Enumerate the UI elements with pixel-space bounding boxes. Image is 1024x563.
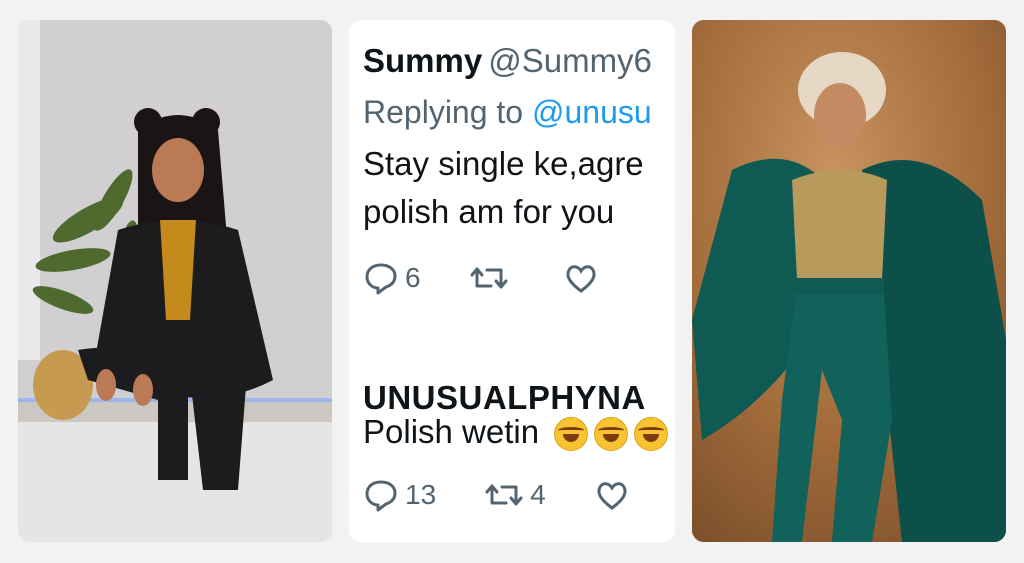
reply-button-2[interactable]: 13 bbox=[363, 477, 436, 513]
retweet-count-2: 4 bbox=[530, 479, 546, 510]
reply-icon bbox=[365, 263, 397, 295]
tweet-actions: 6 bbox=[363, 260, 647, 296]
like-button[interactable] bbox=[563, 260, 599, 296]
tweet-screenshot: Summy @Summy6 Replying to @unusu Stay sin… bbox=[349, 20, 675, 542]
reply-icon bbox=[365, 480, 397, 512]
tweet-actions-2: 13 4 bbox=[363, 477, 675, 513]
like-button-2[interactable] bbox=[594, 477, 630, 513]
rolling-laughing-emoji-icon bbox=[594, 417, 629, 452]
woman-in-black-suit-photo bbox=[18, 20, 332, 542]
reply-button[interactable]: 6 bbox=[363, 260, 421, 296]
replying-to: Replying to @unusu bbox=[363, 94, 652, 131]
tweet-text-line-1: Stay single ke,agre bbox=[363, 145, 644, 182]
replying-to-label: Replying to bbox=[363, 94, 524, 130]
woman-in-green-gown-photo bbox=[692, 20, 1006, 542]
tweet-text-line-2: polish am for you bbox=[363, 193, 615, 230]
reply-count-2: 13 bbox=[405, 479, 437, 510]
retweet-icon bbox=[470, 267, 508, 289]
photo-left bbox=[18, 20, 332, 542]
like-icon bbox=[566, 265, 596, 293]
reply-mention-link[interactable]: @unusu bbox=[532, 94, 652, 130]
retweet-icon bbox=[485, 484, 523, 506]
tweet-author-handle[interactable]: @Summy6 bbox=[488, 42, 652, 79]
rolling-laughing-emoji-icon bbox=[634, 417, 669, 452]
like-icon bbox=[597, 482, 627, 510]
retweet-button[interactable] bbox=[469, 260, 515, 296]
tweet-header: Summy @Summy6 bbox=[363, 42, 652, 80]
reply-count: 6 bbox=[405, 262, 421, 293]
tweet-text-2: Polish wetin bbox=[363, 408, 669, 456]
retweet-button-2[interactable]: 4 bbox=[484, 477, 546, 513]
tweet-author-name[interactable]: Summy bbox=[363, 42, 482, 79]
photo-right bbox=[692, 20, 1006, 542]
rolling-laughing-emoji-icon bbox=[554, 417, 589, 452]
tweet-text-2-body: Polish wetin bbox=[363, 413, 540, 450]
